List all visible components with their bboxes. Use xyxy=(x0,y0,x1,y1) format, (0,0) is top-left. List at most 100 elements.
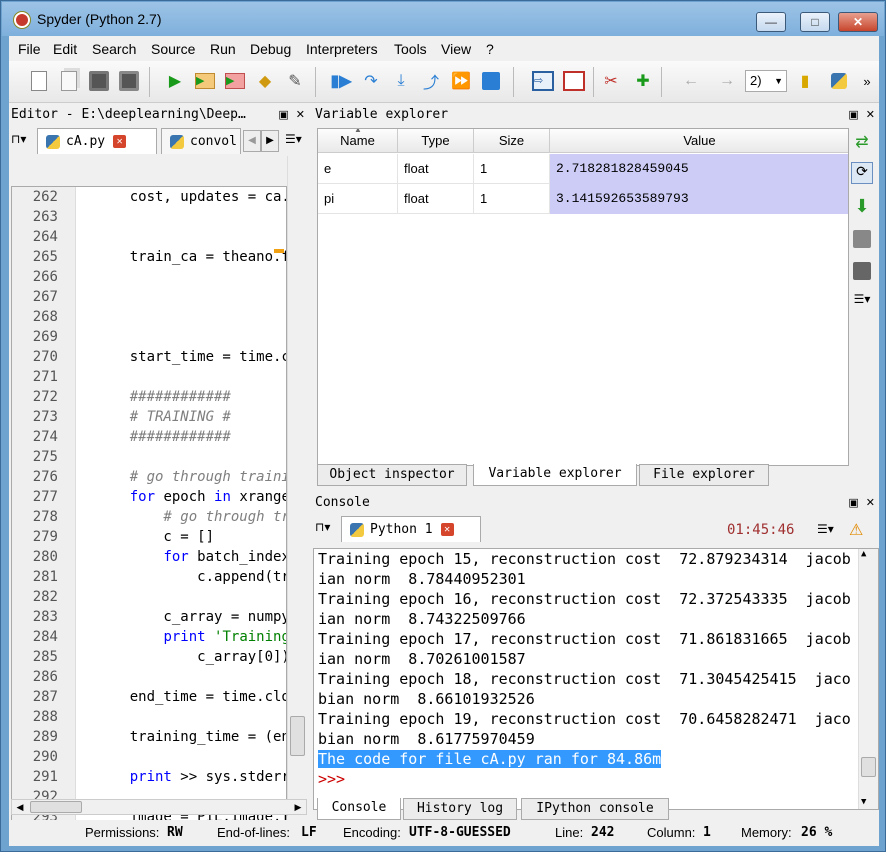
python-logo-icon[interactable] xyxy=(827,69,851,93)
run-settings-icon[interactable]: ✎ xyxy=(283,69,307,93)
close-tab-icon[interactable]: ✕ xyxy=(113,135,127,148)
menu-file[interactable]: File xyxy=(18,41,41,57)
menu-source[interactable]: Source xyxy=(151,41,195,57)
tab-ipython-console[interactable]: IPython console xyxy=(521,798,669,820)
step-return-icon[interactable]: ⤴ xyxy=(419,69,443,93)
tab-variable-explorer[interactable]: Variable explorer xyxy=(473,464,637,486)
code-text: c_array = numpy. xyxy=(96,609,287,625)
scroll-thumb[interactable] xyxy=(30,801,82,813)
warning-icon[interactable]: ⚠ xyxy=(849,520,869,539)
close-tab-icon[interactable]: ✕ xyxy=(440,523,454,536)
continue-icon[interactable]: ⏩ xyxy=(449,69,473,93)
run-configure-icon[interactable]: ▶ xyxy=(193,69,217,93)
run-icon[interactable]: ▶ xyxy=(163,69,187,93)
tab-python-1[interactable]: Python 1 ✕ xyxy=(341,516,481,542)
line-number: 276 xyxy=(32,469,58,485)
python-path-icon[interactable]: ✚ xyxy=(631,69,655,93)
close-pane-icon[interactable]: ✕ xyxy=(296,108,305,121)
line-number: 284 xyxy=(32,629,58,645)
code-text: ############ xyxy=(96,389,231,405)
preferences-icon[interactable]: ✂ xyxy=(599,69,623,93)
main-area: File Edit Search Source Run Debug Interp… xyxy=(9,36,879,846)
tab-scroll-right-icon[interactable]: ▶ xyxy=(261,130,279,152)
menu-debug[interactable]: Debug xyxy=(250,41,291,57)
close-pane-icon[interactable]: ✕ xyxy=(866,496,875,509)
debug-icon[interactable]: ▮▶ xyxy=(329,69,353,93)
options-menu-icon[interactable]: ☰▾ xyxy=(285,132,305,150)
stop-debug-icon[interactable] xyxy=(479,69,503,93)
run-selection-icon[interactable]: ◆ xyxy=(253,69,277,93)
menu-view[interactable]: View xyxy=(441,41,471,57)
toolbar-overflow[interactable]: » xyxy=(855,69,879,93)
table-row[interactable]: pi float 1 3.141592653589793 xyxy=(318,184,848,214)
menu-interpreters[interactable]: Interpreters xyxy=(306,41,378,57)
save-data-as-icon[interactable] xyxy=(853,262,871,280)
close-button[interactable]: ✕ xyxy=(838,12,878,32)
maximize-button[interactable]: □ xyxy=(800,12,830,32)
code-text: print 'Training xyxy=(163,629,287,645)
column-type[interactable]: Type xyxy=(398,129,474,153)
options-menu-icon[interactable]: ☰▾ xyxy=(851,292,873,310)
menu-help[interactable]: ? xyxy=(486,41,494,57)
tab-convol[interactable]: convol xyxy=(161,128,241,154)
save-all-icon[interactable] xyxy=(117,69,141,93)
column-value[interactable]: Value xyxy=(550,129,848,153)
forward-icon[interactable]: → xyxy=(715,69,739,93)
undock-icon[interactable]: ▣ xyxy=(848,496,858,509)
code-line: 282 xyxy=(12,587,286,607)
maximize-pane-icon[interactable]: ⇨ xyxy=(531,69,555,93)
title-bar[interactable]: Spyder (Python 2.7) — □ ✕ xyxy=(2,2,884,36)
menu-search[interactable]: Search xyxy=(92,41,136,57)
minimize-button[interactable]: — xyxy=(756,12,786,32)
browse-folder-icon[interactable]: ▮ xyxy=(793,69,817,93)
column-size[interactable]: Size xyxy=(474,129,550,153)
scroll-right-icon[interactable]: ▶ xyxy=(290,800,306,814)
scroll-thumb[interactable] xyxy=(861,757,876,777)
browse-tabs-icon[interactable]: ⊓▾ xyxy=(11,132,33,152)
open-file-icon[interactable] xyxy=(57,69,81,93)
working-dir-combo[interactable]: 2) ▼ xyxy=(745,70,787,92)
console-line: ian norm 8.74322509766 xyxy=(318,610,526,628)
tab-file-explorer[interactable]: File explorer xyxy=(639,464,769,486)
console-output[interactable]: Training epoch 15, reconstruction cost 7… xyxy=(313,548,879,810)
table-row[interactable]: e float 1 2.718281828459045 xyxy=(318,154,848,184)
line-number: 269 xyxy=(32,329,58,345)
scroll-left-icon[interactable]: ◀ xyxy=(12,800,28,814)
scroll-thumb[interactable] xyxy=(290,716,305,756)
line-number: 272 xyxy=(32,389,58,405)
save-data-icon[interactable] xyxy=(853,230,871,248)
step-into-icon[interactable]: ⤓ xyxy=(389,69,413,93)
back-icon[interactable]: ← xyxy=(679,69,703,93)
scroll-up-icon[interactable]: ▲ xyxy=(861,549,866,559)
tab-ca-py[interactable]: cA.py ✕ xyxy=(37,128,157,154)
refresh-icon[interactable]: ⇄ xyxy=(851,132,873,154)
tab-console[interactable]: Console xyxy=(317,798,401,820)
save-icon[interactable] xyxy=(87,69,111,93)
code-editor[interactable]: 262 cost, updates = ca.g 263 264 265 train_… xyxy=(11,186,287,829)
code-line: 278 # go through tro xyxy=(12,507,286,527)
new-file-icon[interactable] xyxy=(27,69,51,93)
menu-tools[interactable]: Tools xyxy=(394,41,427,57)
tab-object-inspector[interactable]: Object inspector xyxy=(317,464,467,486)
console-vertical-scrollbar[interactable]: ▲ ▼ xyxy=(858,549,878,809)
import-data-icon[interactable]: ⬇ xyxy=(851,196,873,218)
code-line: 285 c_array[0]), xyxy=(12,647,286,667)
tab-history-log[interactable]: History log xyxy=(403,798,517,820)
menu-run[interactable]: Run xyxy=(210,41,236,57)
close-pane-icon[interactable]: ✕ xyxy=(866,108,875,121)
tab-scroll-left-icon[interactable]: ◀ xyxy=(243,130,261,152)
editor-vertical-scrollbar[interactable] xyxy=(287,156,307,816)
editor-horizontal-scrollbar[interactable]: ◀ ▶ xyxy=(11,799,307,815)
variable-table[interactable]: Name Type Size Value ▲ e float 1 2.71828… xyxy=(317,128,849,466)
undock-icon[interactable]: ▣ xyxy=(848,108,858,121)
undock-icon[interactable]: ▣ xyxy=(278,108,288,121)
console-prompt[interactable]: >>> xyxy=(318,769,345,789)
step-icon[interactable]: ↷ xyxy=(359,69,383,93)
menu-edit[interactable]: Edit xyxy=(53,41,77,57)
auto-refresh-icon[interactable]: ⟳ xyxy=(851,162,873,184)
console-tabs: ⊓▾ Python 1 ✕ 01:45:46 ☰▾ ⚠ xyxy=(313,514,879,542)
fullscreen-icon[interactable] xyxy=(562,69,586,93)
rerun-icon[interactable]: ▶ xyxy=(223,69,247,93)
options-menu-icon[interactable]: ☰▾ xyxy=(817,522,837,540)
browse-tabs-icon[interactable]: ⊓▾ xyxy=(315,520,337,540)
